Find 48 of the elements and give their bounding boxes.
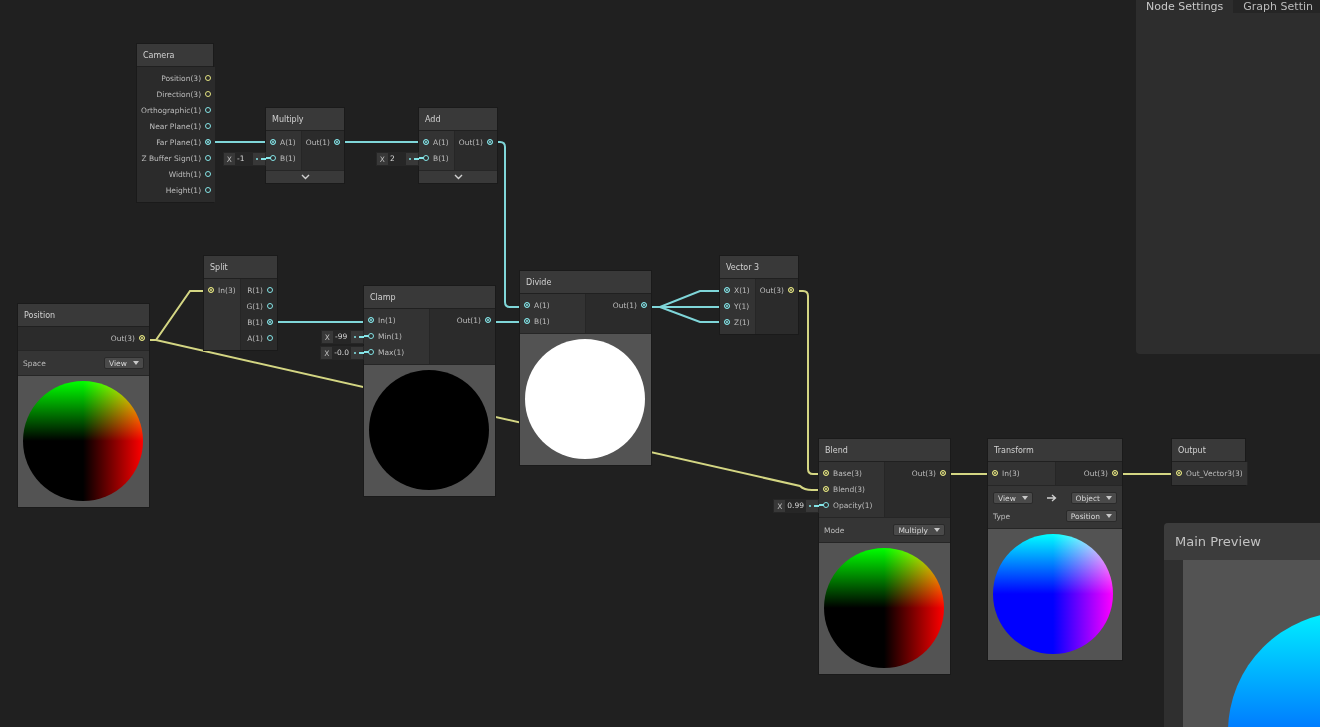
node-title: Output [1172,439,1245,462]
port-dot-icon[interactable] [823,502,829,508]
port-dot-icon[interactable] [205,187,212,193]
node-title: Add [419,108,497,131]
port-dot-icon[interactable] [1112,470,1118,476]
node-title: Divide [520,271,651,294]
port-dot-icon[interactable] [1176,470,1182,476]
port-dot-icon[interactable] [205,123,212,129]
tab[interactable]: Graph Settin [1233,0,1320,13]
chevron-icon [453,174,463,180]
port-dot-icon[interactable] [992,470,998,476]
panel-title: Main Preview [1164,523,1320,560]
chevron-icon [300,174,310,180]
arrow-icon [1046,494,1057,502]
node-title: Clamp [364,286,495,309]
port-dot-icon[interactable] [267,287,273,293]
port-dot-icon[interactable] [267,303,273,309]
port-dot-icon[interactable] [940,470,946,476]
port-dot-icon[interactable] [788,287,794,293]
port-dot-icon[interactable] [208,287,214,293]
port-dot-icon[interactable] [267,335,273,341]
port-dot-icon[interactable] [368,349,374,355]
node-title: Transform [988,439,1122,462]
node-title: Position [18,304,149,327]
node-title: Blend [819,439,950,462]
caret-icon [1106,514,1112,518]
port-dot-icon[interactable] [205,91,212,97]
node-title: Multiply [266,108,344,131]
caret-icon [934,528,940,532]
port-dot-icon[interactable] [823,486,829,492]
caret-icon [133,361,139,365]
port-dot-icon[interactable] [524,318,530,324]
node-title: Split [204,256,277,279]
port-dot-icon[interactable] [205,75,212,81]
port-dot-icon[interactable] [641,302,647,308]
port-dot-icon[interactable] [205,171,212,177]
port-dot-icon[interactable] [823,470,829,476]
caret-icon [1022,496,1028,500]
node-title: Vector 3 [720,256,798,279]
node-title: Camera [137,44,213,67]
port-dot-icon[interactable] [368,333,374,339]
port-dot-icon[interactable] [205,155,212,161]
port-dot-icon[interactable] [205,107,212,113]
caret-icon [1106,496,1112,500]
port-dot-icon[interactable] [270,139,276,145]
port-dot-icon[interactable] [423,155,429,161]
port-dot-icon[interactable] [270,155,276,161]
port-dot-icon[interactable] [205,139,212,145]
